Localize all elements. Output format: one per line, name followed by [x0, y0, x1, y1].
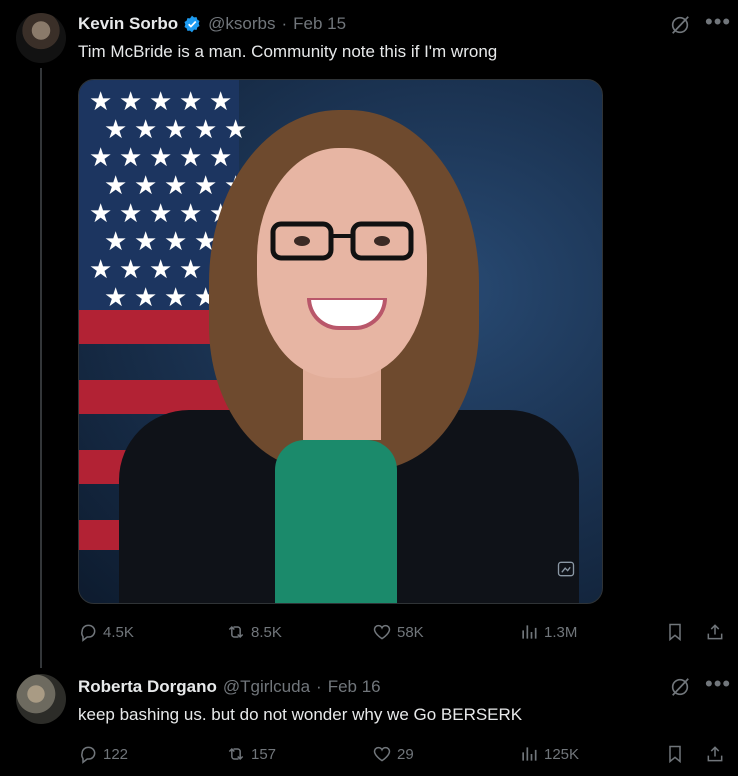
tweet-text: Tim McBride is a man. Community note thi… — [78, 42, 498, 61]
flag-star: ★ — [134, 282, 158, 312]
like-count: 58K — [397, 623, 424, 641]
like-icon — [372, 622, 392, 642]
author-avatar[interactable] — [16, 13, 66, 63]
shirt — [275, 440, 397, 603]
grok-icon[interactable] — [669, 14, 691, 36]
tweet-top-actions: ••• — [669, 11, 731, 36]
views-button[interactable]: 1.3M — [519, 622, 577, 642]
repost-icon — [226, 744, 246, 764]
flag-star: ★ — [104, 114, 128, 144]
reply-right-actions — [665, 744, 725, 764]
like-button[interactable]: 58K — [372, 622, 424, 642]
author-handle[interactable]: @ksorbs — [208, 14, 275, 34]
flag-star: ★ — [209, 142, 233, 172]
flag-star: ★ — [104, 282, 128, 312]
repost-icon — [226, 622, 246, 642]
like-count: 29 — [397, 745, 414, 763]
share-icon[interactable] — [705, 744, 725, 764]
alt-text-icon[interactable] — [556, 559, 576, 579]
thread-connector-line — [40, 68, 42, 668]
flag-star: ★ — [179, 254, 203, 284]
flag-star: ★ — [224, 114, 248, 144]
reply-author-avatar[interactable] — [16, 674, 66, 724]
flag-star: ★ — [179, 142, 203, 172]
separator-dot: · — [316, 677, 322, 696]
flag-star: ★ — [179, 198, 203, 228]
flag-star: ★ — [164, 170, 188, 200]
repost-button[interactable]: 8.5K — [226, 622, 282, 642]
flag-star: ★ — [89, 86, 113, 116]
flag-star: ★ — [119, 254, 143, 284]
flag-star: ★ — [164, 226, 188, 256]
flag-star: ★ — [89, 198, 113, 228]
reply-button[interactable]: 4.5K — [78, 622, 134, 642]
bookmark-icon[interactable] — [665, 744, 685, 764]
flag-star: ★ — [164, 282, 188, 312]
reply-button[interactable]: 122 — [78, 744, 128, 764]
bookmark-icon[interactable] — [665, 622, 685, 642]
views-icon — [519, 622, 539, 642]
reply-header: Roberta Dorgano @Tgirlcuda · Feb 16 — [78, 677, 381, 697]
flag-star: ★ — [149, 86, 173, 116]
repost-count: 8.5K — [251, 623, 282, 641]
tweet-header: Kevin Sorbo @ksorbs · Feb 15 — [78, 14, 346, 34]
flag-star: ★ — [149, 142, 173, 172]
separator-dot: · — [281, 14, 288, 33]
verified-badge-icon — [184, 15, 200, 33]
like-button[interactable]: 29 — [372, 744, 414, 764]
reply-count: 4.5K — [103, 623, 134, 641]
flag-star: ★ — [134, 170, 158, 200]
flag-star: ★ — [119, 142, 143, 172]
flag-star: ★ — [149, 254, 173, 284]
flag-star: ★ — [179, 86, 203, 116]
tweet-right-actions — [665, 622, 725, 642]
tweet-photo[interactable]: ★★★★★★★★★★★★★★★★★★★★★★★★★★★★★★★★★★★★★★★★ — [78, 79, 603, 604]
flag-star: ★ — [149, 198, 173, 228]
flag-star: ★ — [134, 114, 158, 144]
repost-count: 157 — [251, 745, 277, 763]
reply-date[interactable]: Feb 16 — [328, 677, 381, 697]
reply-author-handle[interactable]: @Tgirlcuda — [223, 677, 310, 697]
flag-star: ★ — [104, 170, 128, 200]
flag-star: ★ — [194, 170, 218, 200]
reply-icon — [78, 744, 98, 764]
views-button[interactable]: 125K — [519, 744, 579, 764]
view-count: 125K — [544, 745, 580, 763]
flag-star: ★ — [209, 86, 233, 116]
grok-icon[interactable] — [669, 676, 691, 698]
flag-star: ★ — [89, 142, 113, 172]
like-icon — [372, 744, 392, 764]
reply-author-name[interactable]: Roberta Dorgano — [78, 677, 217, 697]
view-count: 1.3M — [544, 623, 578, 641]
reply-top-actions: ••• — [669, 673, 731, 698]
flag-star: ★ — [194, 114, 218, 144]
reply-text: keep bashing us. but do not wonder why w… — [78, 705, 523, 724]
tweet-date[interactable]: Feb 15 — [293, 14, 346, 34]
more-icon[interactable]: ••• — [705, 673, 731, 695]
flag-star: ★ — [104, 226, 128, 256]
views-icon — [519, 744, 539, 764]
flag-star: ★ — [119, 86, 143, 116]
flag-star: ★ — [119, 198, 143, 228]
reply-count: 122 — [103, 745, 129, 763]
share-icon[interactable] — [705, 622, 725, 642]
flag-star: ★ — [89, 254, 113, 284]
author-name[interactable]: Kevin Sorbo — [78, 14, 178, 34]
repost-button[interactable]: 157 — [226, 744, 276, 764]
flag-star: ★ — [164, 114, 188, 144]
flag-star: ★ — [134, 226, 158, 256]
glasses — [270, 221, 414, 261]
more-icon[interactable]: ••• — [705, 11, 731, 33]
reply-icon — [78, 622, 98, 642]
